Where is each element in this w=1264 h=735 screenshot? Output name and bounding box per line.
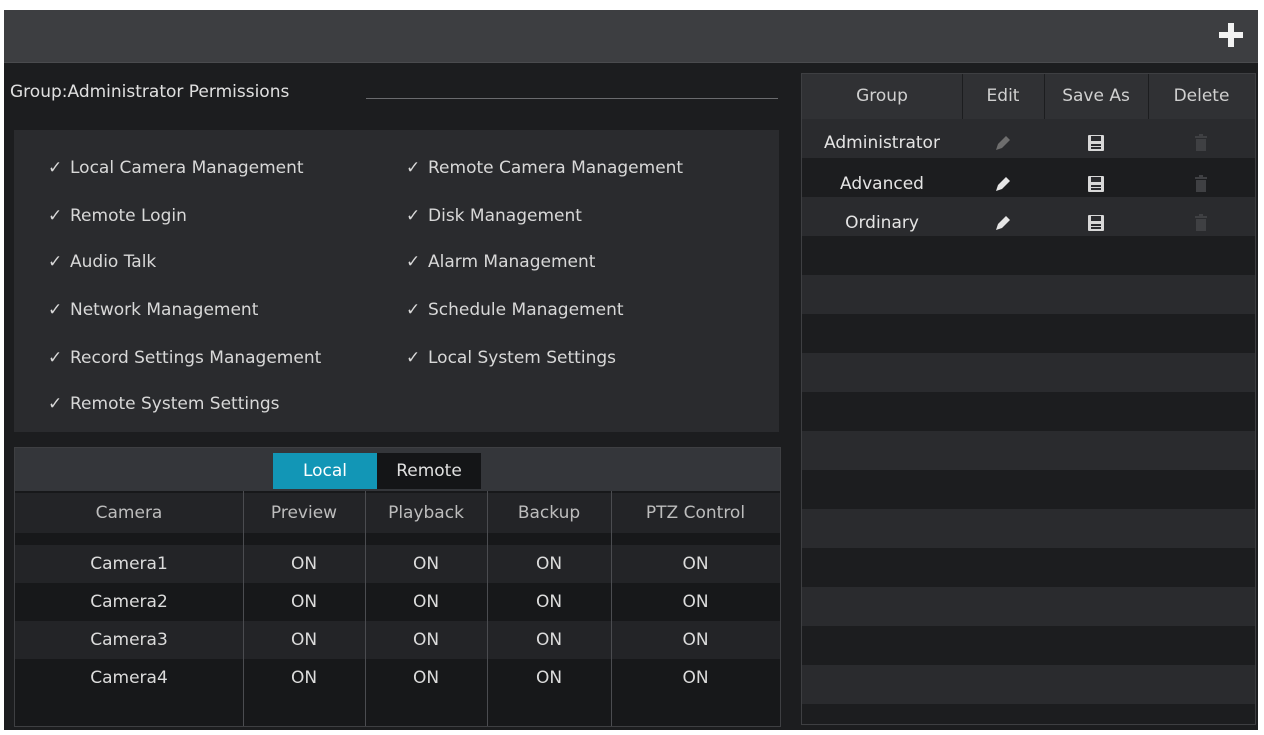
permission-label: Alarm Management [428,252,596,272]
ptz-control-value[interactable]: ON [611,621,780,659]
pencil-icon[interactable] [993,174,1013,194]
permission-label: Schedule Management [428,300,624,320]
table-row[interactable]: Camera4 ON ON ON ON [15,659,780,697]
permission-label: Network Management [70,300,259,320]
trash-icon [1191,174,1211,194]
tab-bar: Local Remote [15,448,780,491]
backup-value[interactable]: ON [487,621,611,659]
backup-value[interactable]: ON [487,545,611,583]
column-header-save-as: Save As [1062,86,1130,106]
ptz-control-value[interactable]: ON [611,583,780,621]
permissions-window: Group:Administrator Permissions ✓ Local C… [4,10,1258,730]
permission-item: ✓ Disk Management [406,206,582,226]
checkmark-icon: ✓ [48,206,63,226]
checkmark-icon: ✓ [48,300,63,320]
title-divider [366,98,778,99]
permission-item: ✓ Local System Settings [406,348,616,368]
permission-item: ✓ Schedule Management [406,300,624,320]
column-header-ptz-control: PTZ Control [645,503,746,523]
floppy-disk-icon[interactable] [1086,133,1106,153]
backup-value[interactable]: ON [487,583,611,621]
checkmark-icon: ✓ [406,348,421,368]
permission-label: Remote Camera Management [428,158,684,178]
column-header-delete: Delete [1173,86,1230,106]
permission-label: Disk Management [428,206,582,226]
column-header-backup: Backup [517,503,581,523]
group-name: Advanced [840,174,924,194]
floppy-disk-icon[interactable] [1086,174,1106,194]
column-header-edit: Edit [986,86,1020,106]
permission-item: ✓ Audio Talk [48,252,156,272]
permission-item: ✓ Remote Camera Management [406,158,683,178]
permission-item: ✓ Network Management [48,300,258,320]
tab-remote[interactable]: Remote [377,453,481,489]
checkmark-icon: ✓ [406,158,421,178]
add-group-button[interactable] [1218,22,1244,48]
permission-label: Local System Settings [428,348,616,368]
column-divider [365,491,366,726]
column-divider [611,491,612,726]
column-divider [243,491,244,726]
pencil-icon [993,133,1013,153]
permission-label: Audio Talk [70,252,157,272]
trash-icon [1191,213,1211,233]
checkmark-icon: ✓ [48,394,63,414]
permission-item: ✓ Remote Login [48,206,187,226]
permission-item: ✓ Record Settings Management [48,348,321,368]
top-toolbar [4,10,1258,63]
permission-item: ✓ Remote System Settings [48,394,280,414]
ptz-control-value[interactable]: ON [611,659,780,697]
ptz-control-value[interactable]: ON [611,545,780,583]
tab-local[interactable]: Local [273,453,377,489]
permissions-list: ✓ Local Camera Management ✓ Remote Camera … [14,130,779,432]
group-list-panel: Group Edit Save As Delete Administrator … [801,73,1256,725]
group-table-header: Group Edit Save As Delete [802,74,1255,119]
permission-label: Local Camera Management [70,158,304,178]
preview-value[interactable]: ON [243,621,365,659]
table-row[interactable]: Camera1 ON ON ON ON [15,545,780,583]
camera-table-header: Camera Preview Playback Backup PTZ Contr… [15,493,780,533]
camera-name: Camera1 [90,554,168,574]
camera-name: Camera4 [90,668,168,688]
camera-name: Camera3 [90,630,168,650]
group-row[interactable]: Administrator [802,124,1255,162]
playback-value[interactable]: ON [365,583,487,621]
column-header-camera: Camera [95,503,163,523]
permission-label: Remote System Settings [70,394,280,414]
trash-icon [1191,133,1211,153]
permission-label: Remote Login [70,206,187,226]
camera-name: Camera2 [90,592,168,612]
preview-value[interactable]: ON [243,659,365,697]
group-permissions-title: Group:Administrator Permissions [10,82,290,102]
table-row[interactable]: Camera3 ON ON ON ON [15,621,780,659]
column-divider [487,491,488,726]
preview-value[interactable]: ON [243,583,365,621]
column-header-preview: Preview [270,503,338,523]
group-row[interactable]: Advanced [802,165,1255,203]
permission-label: Record Settings Management [70,348,322,368]
checkmark-icon: ✓ [406,206,421,226]
group-row[interactable]: Ordinary [802,204,1255,242]
camera-permissions-panel: Local Remote Camera Preview Playback Bac… [14,447,781,727]
checkmark-icon: ✓ [48,348,63,368]
playback-value[interactable]: ON [365,659,487,697]
checkmark-icon: ✓ [48,158,63,178]
checkmark-icon: ✓ [48,252,63,272]
checkmark-icon: ✓ [406,300,421,320]
group-name: Administrator [824,133,940,153]
column-header-group: Group [856,86,908,106]
backup-value[interactable]: ON [487,659,611,697]
playback-value[interactable]: ON [365,621,487,659]
preview-value[interactable]: ON [243,545,365,583]
playback-value[interactable]: ON [365,545,487,583]
permission-item: ✓ Alarm Management [406,252,595,272]
floppy-disk-icon[interactable] [1086,213,1106,233]
checkmark-icon: ✓ [406,252,421,272]
pencil-icon[interactable] [993,213,1013,233]
table-row[interactable]: Camera2 ON ON ON ON [15,583,780,621]
group-name: Ordinary [845,213,919,233]
column-header-playback: Playback [388,503,464,523]
permission-item: ✓ Local Camera Management [48,158,304,178]
